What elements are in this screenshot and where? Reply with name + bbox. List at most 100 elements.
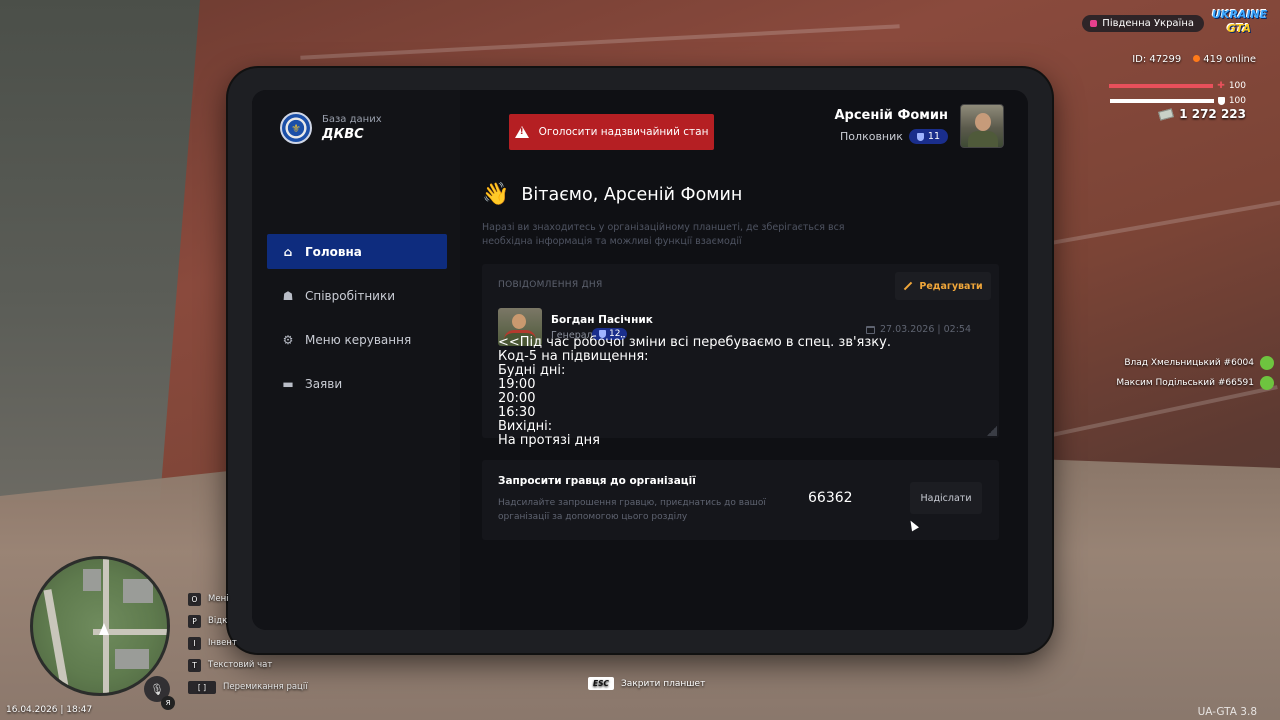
- online-label: 419 online: [1203, 54, 1256, 65]
- greeting-description: Наразі ви знаходитесь у організаційному …: [482, 222, 845, 247]
- send-invite-button[interactable]: Надіслати: [910, 482, 982, 514]
- home-icon: ⌂: [283, 244, 293, 259]
- logo-subtitle: База даних: [322, 114, 382, 125]
- tablet-screen: ⚜ База даних ДКВС ⌂ Головна ☗ Співробітн…: [252, 90, 1028, 630]
- motd-text[interactable]: <<Під час робочої зміни всі перебуваємо …: [498, 336, 978, 448]
- keyhint-item: T Текстовий чат: [188, 654, 308, 676]
- game-logo: UKRAINE GTA: [1212, 8, 1268, 42]
- region-badge: Південна Україна: [1082, 15, 1204, 32]
- sidebar-item-label: Головна: [305, 244, 362, 259]
- tablet: ⚜ База даних ДКВС ⌂ Головна ☗ Співробітн…: [228, 68, 1052, 653]
- logo-title: ДКВС: [322, 127, 364, 142]
- profile-name: Арсеній Фомин: [834, 108, 948, 123]
- profile-level-badge: 11: [908, 129, 948, 144]
- invite-section: Запросити гравця до організації Надсилай…: [482, 460, 999, 540]
- resize-handle[interactable]: [987, 426, 997, 436]
- keyhint-item: O Мені: [188, 588, 308, 610]
- health-value: 100: [1228, 81, 1246, 91]
- send-invite-label: Надіслати: [920, 492, 972, 504]
- motd-label: ПОВІДОМЛЕННЯ ДНЯ: [498, 280, 603, 290]
- map-building: [83, 569, 101, 591]
- esc-key: ESC: [588, 677, 615, 690]
- avatar: [960, 104, 1004, 148]
- sidebar-item-label: Меню керування: [305, 332, 412, 347]
- version-label: UA-GTA 3.8: [1197, 706, 1257, 718]
- edit-button[interactable]: Редагувати: [895, 272, 991, 300]
- nearby-players: Влад Хмельницький #6004 Максим Подільськ…: [1116, 353, 1274, 393]
- mic-key: Я: [161, 696, 175, 710]
- microphone-icon: [1260, 356, 1274, 370]
- armor-shield-icon: [1217, 97, 1225, 105]
- player-name: Максим Подільський #66591: [1116, 378, 1254, 388]
- list-item: Влад Хмельницький #6004: [1116, 353, 1274, 373]
- player-name: Влад Хмельницький #6004: [1124, 358, 1254, 368]
- sidebar-item-management[interactable]: ⚙ Меню керування: [267, 322, 447, 357]
- profile-block: Арсеній Фомин Полковник 11: [834, 104, 1004, 148]
- keyhint-label: Мені: [208, 594, 229, 604]
- organization-emblem-icon: ⚜: [280, 112, 312, 144]
- profile-level: 11: [927, 131, 940, 142]
- online-count: 419 online: [1193, 54, 1256, 65]
- emergency-button-label: Оголосити надзвичайний стан: [538, 126, 709, 138]
- key-label: T: [188, 658, 201, 672]
- close-tablet-label: Закрити планшет: [621, 678, 706, 689]
- edit-button-label: Редагувати: [919, 280, 983, 292]
- armor-row: 100: [1109, 96, 1246, 106]
- player-info: ID: 47299 419 online: [1132, 54, 1256, 65]
- emergency-button[interactable]: Оголосити надзвичайний стан: [509, 114, 714, 150]
- close-tablet-hint: ESC Закрити планшет: [588, 677, 705, 690]
- cash-icon: [1158, 107, 1175, 121]
- online-dot-icon: [1193, 55, 1201, 62]
- author-name: Богдан Пасічник: [551, 314, 653, 326]
- invite-description: Надсилайте запрошення гравцю, приєднатис…: [498, 498, 766, 522]
- health-bar-fill: [1109, 84, 1214, 88]
- invite-title: Запросити гравця до організації: [498, 475, 696, 487]
- message-of-the-day: ПОВІДОМЛЕННЯ ДНЯ Редагувати Богдан Пасіч…: [482, 264, 999, 448]
- gear-icon: ⚙: [282, 332, 294, 347]
- player-marker-icon: [99, 623, 109, 635]
- background-stripe: [1042, 385, 1278, 439]
- keyhint-item: P Відк: [188, 610, 308, 632]
- datetime: 16.04.2026 | 18:47: [6, 705, 93, 715]
- keyhint-label: Перемикання рації: [223, 682, 308, 692]
- armor-bar: [1109, 99, 1214, 103]
- region-label: Південна Україна: [1102, 18, 1194, 29]
- sidebar-item-label: Співробітники: [305, 288, 396, 303]
- armor-bar-fill: [1109, 99, 1214, 103]
- health-bar: [1109, 84, 1214, 88]
- heart-icon: [1090, 20, 1098, 27]
- shield-icon: [916, 132, 924, 141]
- keyhint-item: I Інвент: [188, 632, 308, 654]
- pencil-icon: [904, 281, 913, 291]
- folder-icon: ▬: [282, 376, 294, 391]
- sidebar-item-applications[interactable]: ▬ Заяви: [267, 366, 447, 401]
- warning-icon: [514, 126, 529, 138]
- sidebar-nav: ⌂ Головна ☗ Співробітники ⚙ Меню керуван…: [267, 234, 447, 410]
- waving-hand-icon: 👋: [482, 182, 510, 207]
- armor-value: 100: [1228, 96, 1246, 106]
- sidebar-item-home[interactable]: ⌂ Головна: [267, 234, 447, 269]
- money-display: 1 272 223: [1158, 107, 1246, 121]
- health-cross-icon: ✚: [1217, 81, 1225, 91]
- people-icon: ☗: [282, 288, 294, 303]
- health-row: ✚ 100: [1109, 81, 1246, 91]
- map-building: [123, 579, 153, 603]
- profile-rank: Полковник: [840, 130, 903, 143]
- game-logo-line1: UKRAINE: [1212, 8, 1268, 21]
- sidebar-item-label: Заяви: [305, 376, 343, 391]
- game-logo-line2: GTA: [1227, 22, 1251, 35]
- motd-date-value: 27.03.2026 | 02:54: [879, 324, 971, 335]
- player-id-input[interactable]: [802, 482, 906, 514]
- map-building: [115, 649, 149, 669]
- key-label: [ ]: [188, 680, 216, 694]
- sidebar-item-employees[interactable]: ☗ Співробітники: [267, 278, 447, 313]
- sidebar: ⚜ База даних ДКВС ⌂ Головна ☗ Співробітн…: [252, 90, 460, 630]
- list-item: Максим Подільський #66591: [1116, 373, 1274, 393]
- microphone-icon: [1260, 376, 1274, 390]
- keyhint-label: Відк: [208, 616, 228, 626]
- home-content: 👋 Вітаємо, Арсеній Фомин Наразі ви знахо…: [460, 160, 1028, 630]
- motd-date: 27.03.2026 | 02:54: [865, 324, 971, 335]
- background-stripe: [300, 24, 900, 60]
- key-label: I: [188, 636, 201, 650]
- key-label: P: [188, 614, 201, 628]
